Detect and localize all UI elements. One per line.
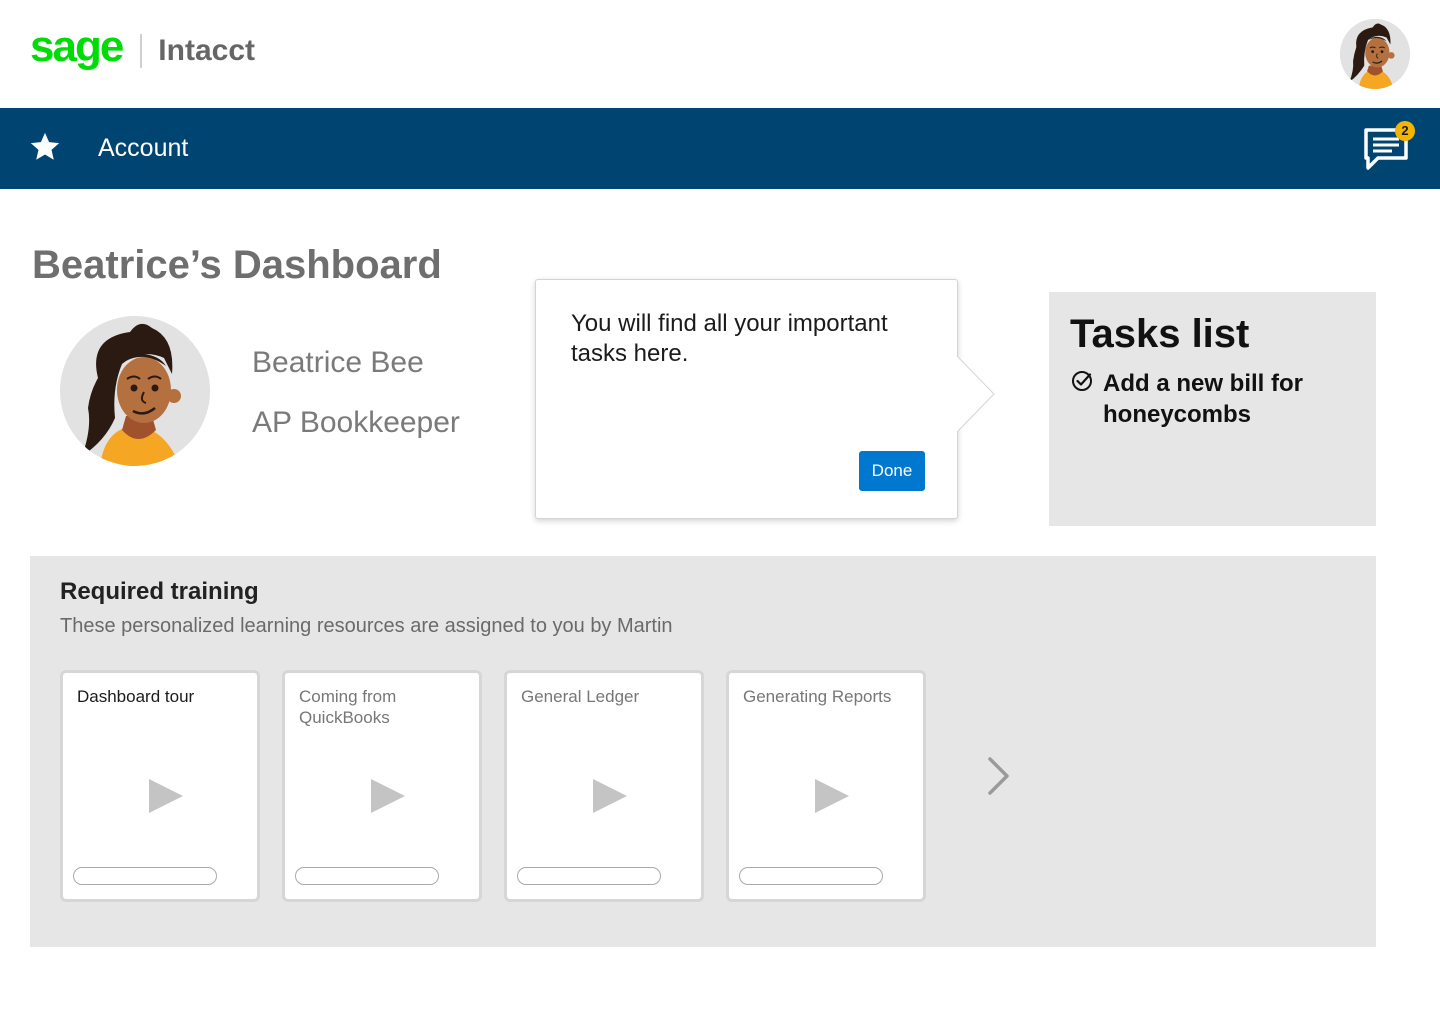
- star-icon[interactable]: [28, 130, 62, 164]
- play-icon[interactable]: [591, 777, 629, 815]
- page-title: Beatrice’s Dashboard: [32, 243, 442, 287]
- popover-text: You will find all your important tasks h…: [571, 310, 888, 367]
- profile-avatar: [60, 316, 210, 466]
- task-label: Add a new bill for honeycombs: [1103, 370, 1304, 428]
- onboarding-popover: You will find all your important tasks h…: [535, 279, 958, 519]
- check-circle-icon: [1072, 371, 1092, 391]
- notification-badge: 2: [1395, 121, 1415, 141]
- popover-arrow: [957, 356, 995, 432]
- top-header: sage Intacct: [0, 0, 1440, 108]
- training-subtitle: These personalized learning resources ar…: [60, 615, 673, 637]
- card-title: Generating Reports: [743, 687, 892, 706]
- progress-bar: [517, 867, 661, 885]
- logo-divider: [140, 34, 143, 68]
- play-icon[interactable]: [369, 777, 407, 815]
- training-card-coming-from-quickbooks[interactable]: Coming from QuickBooks: [282, 670, 482, 902]
- training-card-general-ledger[interactable]: General Ledger: [504, 670, 704, 902]
- tasks-panel: Tasks list Add a new bill for honeycombs: [1049, 292, 1376, 526]
- user-name: Beatrice Bee: [252, 346, 424, 379]
- tasks-title: Tasks list: [1070, 312, 1250, 356]
- nav-account-label[interactable]: Account: [98, 134, 188, 163]
- done-button[interactable]: Done: [859, 451, 925, 491]
- training-title: Required training: [60, 578, 259, 605]
- logo-product: Intacct: [158, 34, 255, 67]
- training-card-dashboard-tour[interactable]: Dashboard tour: [60, 670, 260, 902]
- play-icon[interactable]: [147, 777, 185, 815]
- logo-brand: sage: [30, 22, 124, 71]
- user-role: AP Bookkeeper: [252, 406, 460, 439]
- card-title: Coming from QuickBooks: [299, 687, 397, 727]
- sage-intacct-logo[interactable]: sage Intacct: [30, 22, 255, 76]
- card-title: Dashboard tour: [77, 687, 195, 706]
- card-title: General Ledger: [521, 687, 640, 706]
- task-item[interactable]: Add a new bill for honeycombs: [1071, 368, 1361, 430]
- training-card-generating-reports[interactable]: Generating Reports: [726, 670, 926, 902]
- progress-bar: [739, 867, 883, 885]
- chevron-right-icon[interactable]: [986, 756, 1012, 796]
- training-section: Required training These personalized lea…: [30, 556, 1376, 947]
- user-avatar-icon[interactable]: [1340, 19, 1410, 89]
- play-icon[interactable]: [813, 777, 851, 815]
- nav-bar: Account: [0, 108, 1440, 189]
- progress-bar: [73, 867, 217, 885]
- progress-bar: [295, 867, 439, 885]
